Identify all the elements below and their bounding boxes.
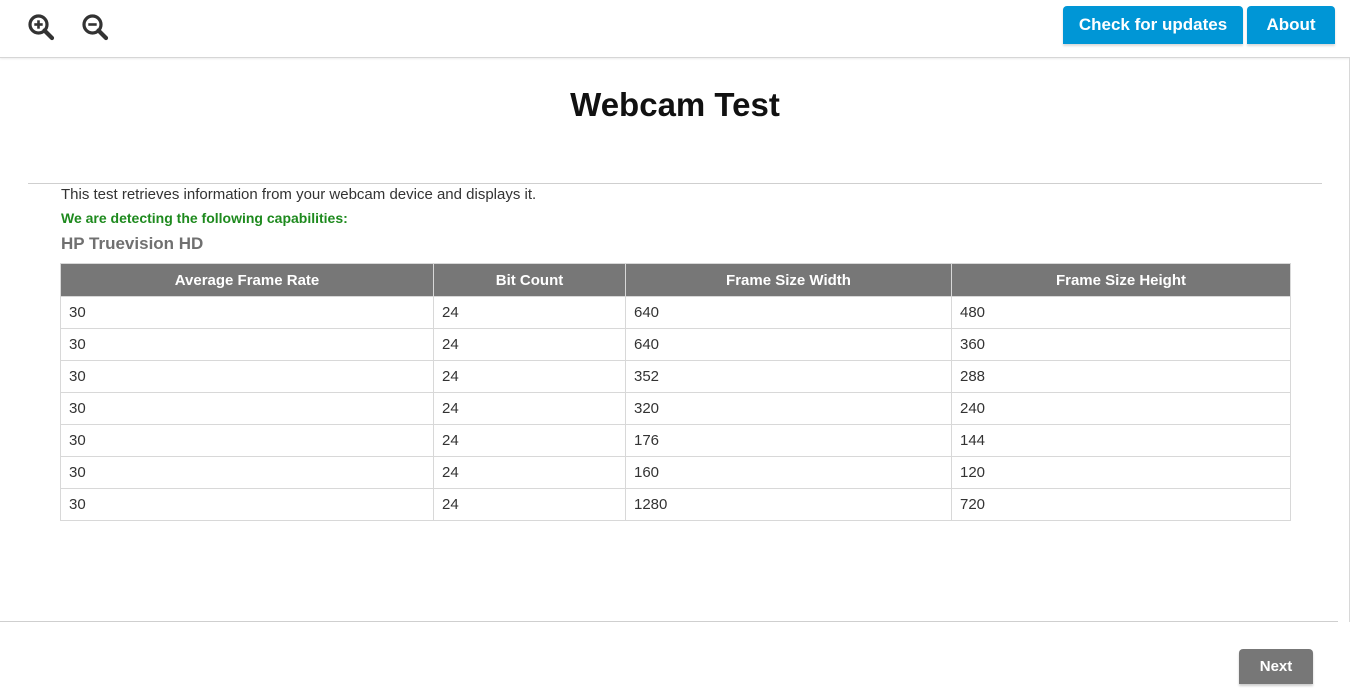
divider-top <box>28 183 1322 184</box>
cell-width: 160 <box>625 456 952 489</box>
table-header-row: Average Frame Rate Bit Count Frame Size … <box>60 263 1291 297</box>
header-bit-count: Bit Count <box>433 263 626 297</box>
cell-frame-rate: 30 <box>60 296 434 329</box>
detecting-text: We are detecting the following capabilit… <box>61 210 348 226</box>
table-row: 30 24 640 360 <box>60 328 1291 361</box>
device-name: HP Truevision HD <box>61 234 204 253</box>
page-title: Webcam Test <box>570 86 780 123</box>
check-for-updates-button[interactable]: Check for updates <box>1063 6 1243 44</box>
cell-frame-rate: 30 <box>60 456 434 489</box>
cell-height: 288 <box>951 360 1291 393</box>
header-frame-size-width: Frame Size Width <box>625 263 952 297</box>
capabilities-table: Average Frame Rate Bit Count Frame Size … <box>60 263 1291 521</box>
next-button[interactable]: Next <box>1239 649 1313 684</box>
cell-width: 640 <box>625 296 952 329</box>
table-row: 30 24 1280 720 <box>60 488 1291 521</box>
intro-text: This test retrieves information from you… <box>61 186 537 203</box>
table-row: 30 24 176 144 <box>60 424 1291 457</box>
cell-frame-rate: 30 <box>60 360 434 393</box>
divider-bottom <box>0 621 1338 622</box>
cell-width: 176 <box>625 424 952 457</box>
cell-bit-count: 24 <box>433 424 626 457</box>
cell-bit-count: 24 <box>433 392 626 425</box>
cell-height: 240 <box>951 392 1291 425</box>
table-row: 30 24 640 480 <box>60 296 1291 329</box>
cell-height: 120 <box>951 456 1291 489</box>
cell-frame-rate: 30 <box>60 392 434 425</box>
cell-bit-count: 24 <box>433 360 626 393</box>
cell-bit-count: 24 <box>433 456 626 489</box>
zoom-out-icon <box>82 14 109 41</box>
zoom-in-icon <box>28 14 55 41</box>
table-row: 30 24 352 288 <box>60 360 1291 393</box>
header-frame-size-height: Frame Size Height <box>951 263 1291 297</box>
zoom-in-button[interactable] <box>26 12 56 42</box>
zoom-out-button[interactable] <box>80 12 110 42</box>
top-toolbar: Check for updates About <box>0 0 1350 58</box>
cell-height: 480 <box>951 296 1291 329</box>
cell-frame-rate: 30 <box>60 424 434 457</box>
cell-width: 320 <box>625 392 952 425</box>
header-average-frame-rate: Average Frame Rate <box>60 263 434 297</box>
about-button[interactable]: About <box>1247 6 1335 44</box>
cell-height: 720 <box>951 488 1291 521</box>
cell-frame-rate: 30 <box>60 488 434 521</box>
cell-bit-count: 24 <box>433 296 626 329</box>
cell-frame-rate: 30 <box>60 328 434 361</box>
cell-height: 360 <box>951 328 1291 361</box>
cell-width: 352 <box>625 360 952 393</box>
cell-bit-count: 24 <box>433 488 626 521</box>
table-row: 30 24 160 120 <box>60 456 1291 489</box>
cell-width: 1280 <box>625 488 952 521</box>
table-row: 30 24 320 240 <box>60 392 1291 425</box>
cell-height: 144 <box>951 424 1291 457</box>
cell-width: 640 <box>625 328 952 361</box>
cell-bit-count: 24 <box>433 328 626 361</box>
